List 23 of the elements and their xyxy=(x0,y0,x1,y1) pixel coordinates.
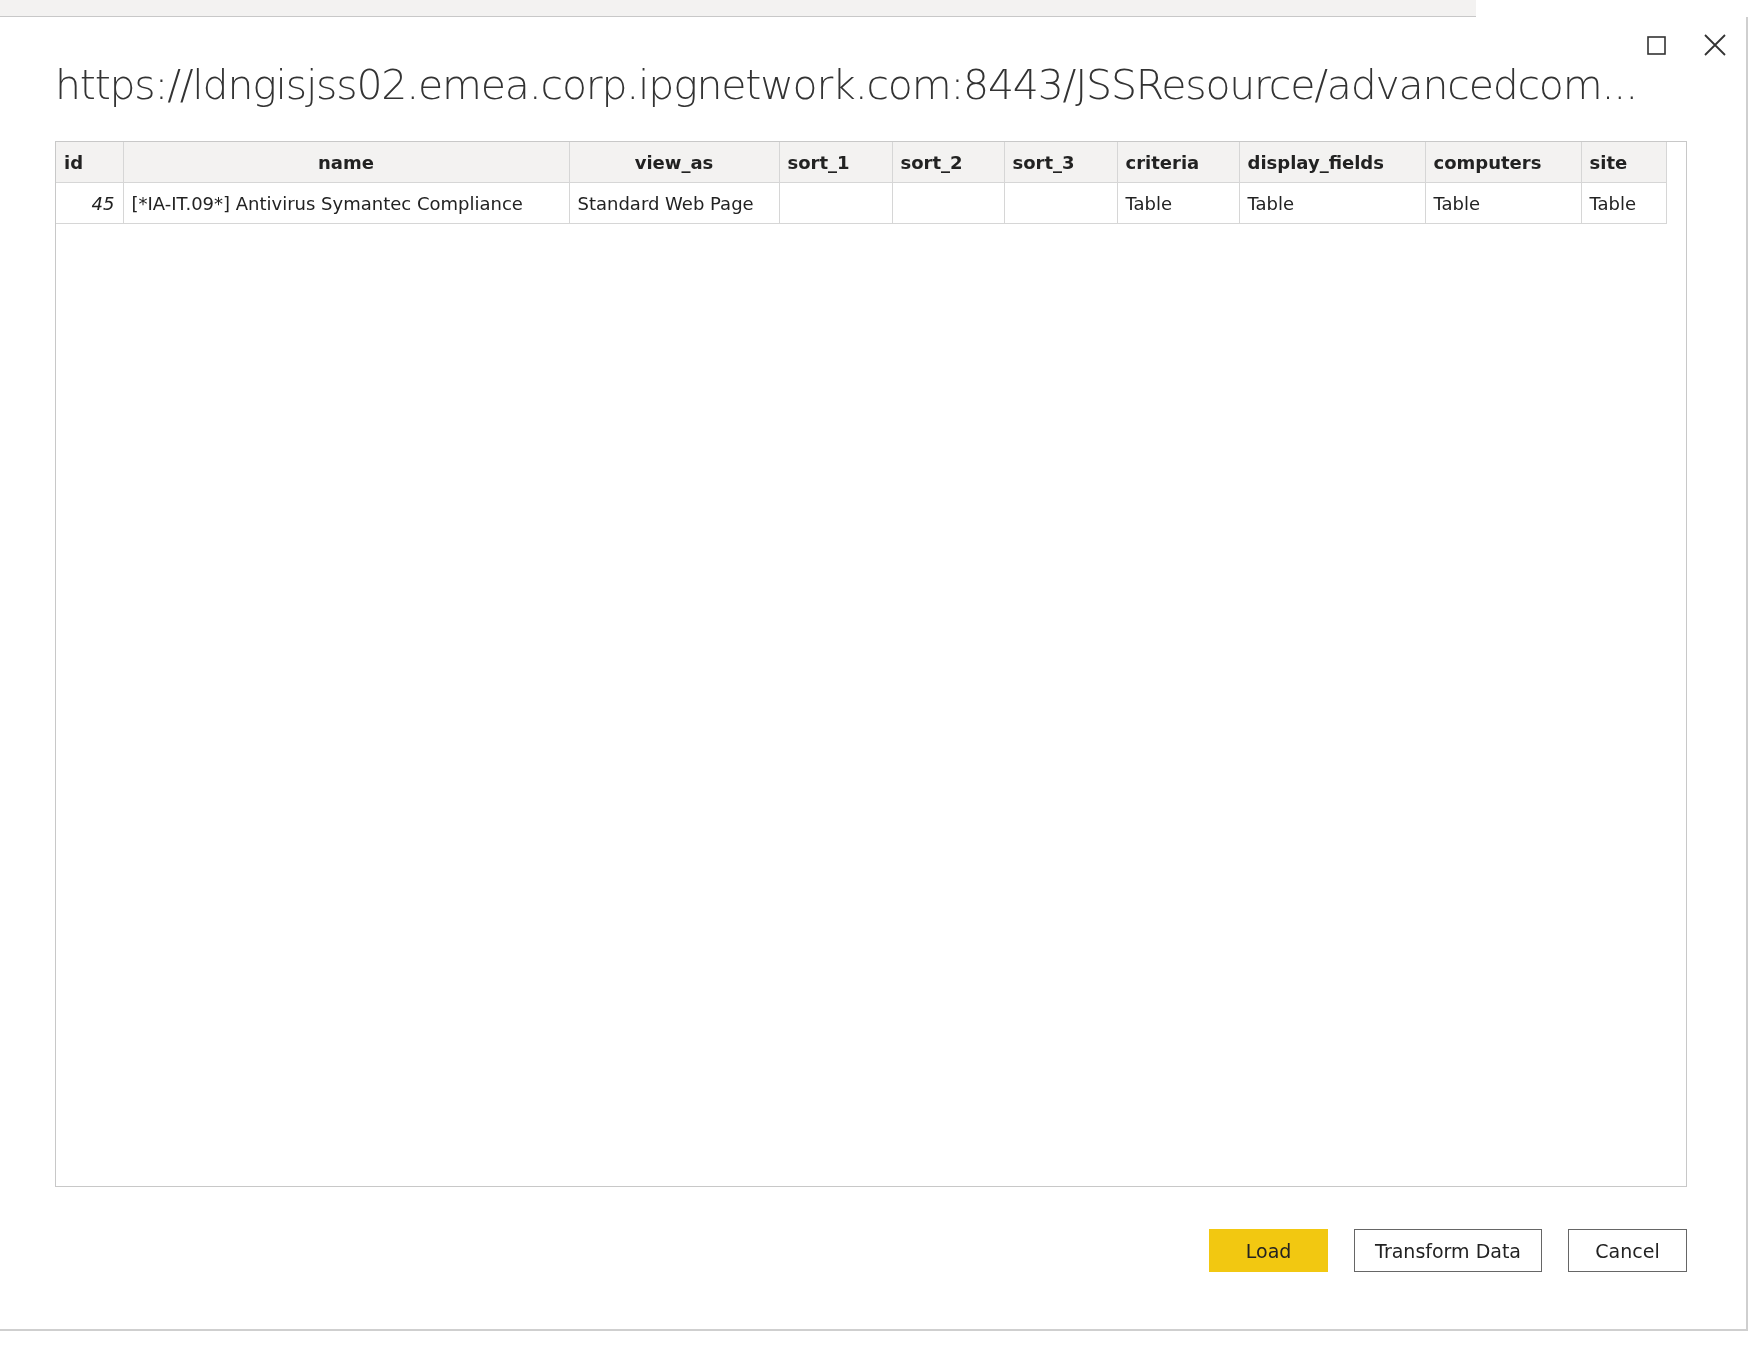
column-header[interactable]: site xyxy=(1581,142,1666,183)
close-icon[interactable] xyxy=(1704,34,1726,56)
table-cell: Table xyxy=(1581,182,1666,224)
column-header[interactable]: name xyxy=(123,142,569,183)
table-cell: [*IA-IT.09*] Antivirus Symantec Compliance xyxy=(123,182,569,224)
table-cell: Table xyxy=(1117,182,1239,224)
table-cell: Table xyxy=(1425,182,1581,224)
transform-button[interactable]: Transform Data xyxy=(1354,1229,1542,1272)
column-header[interactable]: sort_3 xyxy=(1004,142,1117,183)
column-header[interactable]: criteria xyxy=(1117,142,1239,183)
table-cell: Table xyxy=(1239,182,1425,224)
table-cell: Standard Web Page xyxy=(569,182,779,224)
column-header[interactable]: sort_1 xyxy=(779,142,892,183)
column-header[interactable]: id xyxy=(56,142,123,183)
load-button[interactable]: Load xyxy=(1209,1229,1329,1272)
maximize-icon[interactable] xyxy=(1647,35,1666,55)
column-header[interactable]: computers xyxy=(1425,142,1581,183)
column-header[interactable]: sort_2 xyxy=(892,142,1004,183)
column-header[interactable]: display_fields xyxy=(1239,142,1425,183)
column-header[interactable]: view_as xyxy=(569,142,779,183)
dialog-title: https://ldngisjss02.emea.corp.ipgnetwork.com:8443/JSSResource/advancedcom... xyxy=(55,60,1638,111)
cancel-button[interactable]: Cancel xyxy=(1568,1229,1687,1272)
table-cell: 45 xyxy=(56,182,123,224)
